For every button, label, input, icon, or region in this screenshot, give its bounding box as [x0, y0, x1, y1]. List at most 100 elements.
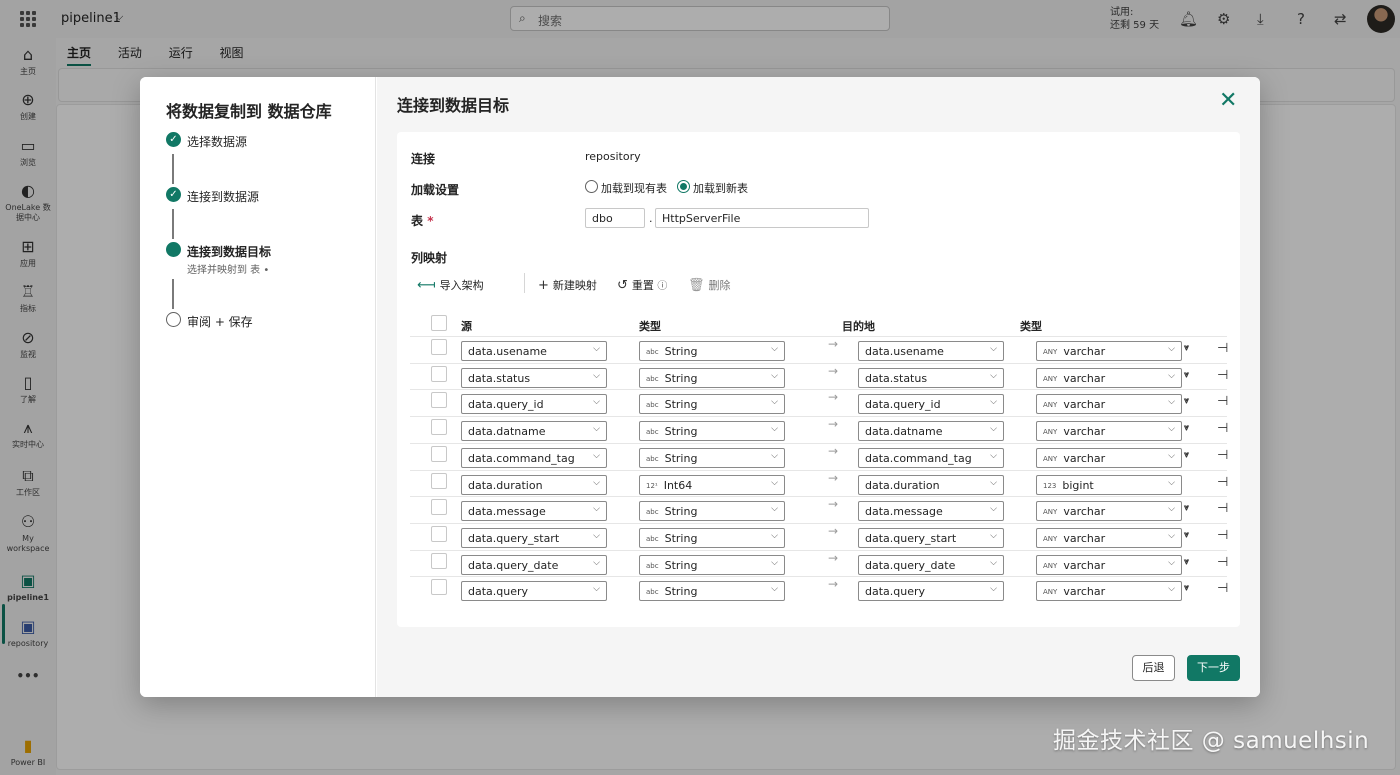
delete-button[interactable]: 🗑︎ 删除 — [688, 277, 731, 293]
source-column-dropdown[interactable]: data.query ⌵ — [461, 581, 607, 601]
source-column-value: data.query_start — [468, 532, 560, 545]
chevron-down-icon: ⌵ — [771, 371, 778, 381]
destination-column-value: data.query_date — [865, 559, 956, 572]
select-all-checkbox[interactable] — [431, 315, 447, 331]
back-button[interactable]: 后退 — [1132, 655, 1175, 681]
load-new-label[interactable]: 加载到新表 — [693, 180, 748, 196]
row-divider — [410, 363, 1227, 364]
row-checkbox[interactable] — [431, 366, 447, 382]
destination-type-dropdown[interactable]: ANY varchar ⌵ — [1036, 341, 1182, 361]
destination-column-dropdown[interactable]: data.query_date ⌵ — [858, 555, 1004, 575]
row-checkbox[interactable] — [431, 446, 447, 462]
expand-icon[interactable]: ⩔ — [1184, 450, 1189, 460]
column-settings-icon[interactable]: ⊣ — [1217, 448, 1228, 463]
column-settings-icon[interactable]: ⊣ — [1217, 341, 1228, 356]
source-type-dropdown[interactable]: abc String ⌵ — [639, 448, 785, 468]
row-checkbox[interactable] — [431, 419, 447, 435]
expand-icon[interactable]: ⩔ — [1184, 530, 1189, 540]
schema-input[interactable]: dbo — [585, 208, 645, 228]
destination-card: 连接 repository 加载设置 加载到现有表 加载到新表 表 * dbo … — [397, 132, 1240, 627]
source-column-value: data.message — [468, 505, 546, 518]
column-settings-icon[interactable]: ⊣ — [1217, 501, 1228, 516]
expand-icon[interactable]: ⩔ — [1184, 396, 1189, 406]
expand-icon[interactable]: ⩔ — [1184, 423, 1189, 433]
type-tag: abc — [646, 401, 659, 409]
destination-type-dropdown[interactable]: ANY varchar ⌵ — [1036, 421, 1182, 441]
row-checkbox[interactable] — [431, 553, 447, 569]
source-type-dropdown[interactable]: abc String ⌵ — [639, 394, 785, 414]
expand-icon[interactable]: ⩔ — [1184, 557, 1189, 567]
expand-icon[interactable]: ⩔ — [1184, 370, 1189, 380]
source-type-dropdown[interactable]: 12¹ Int64 ⌵ — [639, 475, 785, 495]
row-checkbox[interactable] — [431, 339, 447, 355]
column-settings-icon[interactable]: ⊣ — [1217, 581, 1228, 596]
column-settings-icon[interactable]: ⊣ — [1217, 421, 1228, 436]
expand-icon[interactable]: ⩔ — [1184, 503, 1189, 513]
destination-type-dropdown[interactable]: 123 bigint ⌵ — [1036, 475, 1182, 495]
destination-column-dropdown[interactable]: data.query ⌵ — [858, 581, 1004, 601]
source-column-dropdown[interactable]: data.usename ⌵ — [461, 341, 607, 361]
chevron-down-icon: ⌵ — [593, 558, 600, 568]
chevron-down-icon: ⌵ — [1168, 531, 1175, 541]
column-settings-icon[interactable]: ⊣ — [1217, 555, 1228, 570]
destination-column-dropdown[interactable]: data.status ⌵ — [858, 368, 1004, 388]
destination-column-dropdown[interactable]: data.duration ⌵ — [858, 475, 1004, 495]
destination-type-dropdown[interactable]: ANY varchar ⌵ — [1036, 555, 1182, 575]
radio-load-new[interactable] — [677, 180, 690, 193]
column-settings-icon[interactable]: ⊣ — [1217, 394, 1228, 409]
destination-column-dropdown[interactable]: data.usename ⌵ — [858, 341, 1004, 361]
source-type-dropdown[interactable]: abc String ⌵ — [639, 581, 785, 601]
row-checkbox[interactable] — [431, 526, 447, 542]
destination-column-dropdown[interactable]: data.command_tag ⌵ — [858, 448, 1004, 468]
source-type-dropdown[interactable]: abc String ⌵ — [639, 555, 785, 575]
source-column-dropdown[interactable]: data.query_id ⌵ — [461, 394, 607, 414]
expand-icon[interactable]: ⩔ — [1184, 583, 1189, 593]
import-schema-label: 导入架构 — [439, 279, 484, 292]
load-existing-label[interactable]: 加载到现有表 — [601, 180, 667, 196]
destination-column-dropdown[interactable]: data.datname ⌵ — [858, 421, 1004, 441]
expand-icon[interactable]: ⩔ — [1184, 343, 1189, 353]
source-type-dropdown[interactable]: abc String ⌵ — [639, 368, 785, 388]
destination-column-dropdown[interactable]: data.query_start ⌵ — [858, 528, 1004, 548]
type-tag: 12¹ — [646, 482, 658, 490]
reset-button[interactable]: ↺ 重置 ⓘ — [617, 277, 667, 293]
row-divider — [410, 576, 1227, 577]
source-type-dropdown[interactable]: abc String ⌵ — [639, 528, 785, 548]
source-column-dropdown[interactable]: data.status ⌵ — [461, 368, 607, 388]
destination-type-dropdown[interactable]: ANY varchar ⌵ — [1036, 581, 1182, 601]
source-column-dropdown[interactable]: data.duration ⌵ — [461, 475, 607, 495]
row-checkbox[interactable] — [431, 579, 447, 595]
destination-column-dropdown[interactable]: data.message ⌵ — [858, 501, 1004, 521]
source-column-dropdown[interactable]: data.datname ⌵ — [461, 421, 607, 441]
check-icon: ✓ — [166, 132, 181, 147]
import-schema-button[interactable]: ⟻ 导入架构 — [417, 277, 484, 293]
source-type-value: String — [664, 559, 698, 572]
radio-load-existing[interactable] — [585, 180, 598, 193]
new-mapping-button[interactable]: + 新建映射 — [538, 277, 597, 293]
row-checkbox[interactable] — [431, 473, 447, 489]
destination-type-dropdown[interactable]: ANY varchar ⌵ — [1036, 528, 1182, 548]
next-button[interactable]: 下一步 — [1187, 655, 1240, 681]
destination-column-dropdown[interactable]: data.query_id ⌵ — [858, 394, 1004, 414]
column-settings-icon[interactable]: ⊣ — [1217, 368, 1228, 383]
column-settings-icon[interactable]: ⊣ — [1217, 475, 1228, 490]
destination-type-dropdown[interactable]: ANY varchar ⌵ — [1036, 394, 1182, 414]
header-destination: 目的地 — [842, 320, 875, 333]
close-icon[interactable]: ✕ — [1219, 90, 1237, 112]
source-column-dropdown[interactable]: data.message ⌵ — [461, 501, 607, 521]
source-column-dropdown[interactable]: data.query_start ⌵ — [461, 528, 607, 548]
source-type-dropdown[interactable]: abc String ⌵ — [639, 501, 785, 521]
table-name-input[interactable]: HttpServerFile — [655, 208, 869, 228]
source-column-dropdown[interactable]: data.command_tag ⌵ — [461, 448, 607, 468]
column-settings-icon[interactable]: ⊣ — [1217, 528, 1228, 543]
row-checkbox[interactable] — [431, 392, 447, 408]
destination-type-value: varchar — [1063, 585, 1106, 598]
source-column-dropdown[interactable]: data.query_date ⌵ — [461, 555, 607, 575]
pending-step-icon — [166, 312, 181, 327]
source-type-dropdown[interactable]: abc String ⌵ — [639, 421, 785, 441]
destination-type-dropdown[interactable]: ANY varchar ⌵ — [1036, 448, 1182, 468]
destination-type-dropdown[interactable]: ANY varchar ⌵ — [1036, 368, 1182, 388]
destination-type-dropdown[interactable]: ANY varchar ⌵ — [1036, 501, 1182, 521]
source-type-dropdown[interactable]: abc String ⌵ — [639, 341, 785, 361]
row-checkbox[interactable] — [431, 499, 447, 515]
